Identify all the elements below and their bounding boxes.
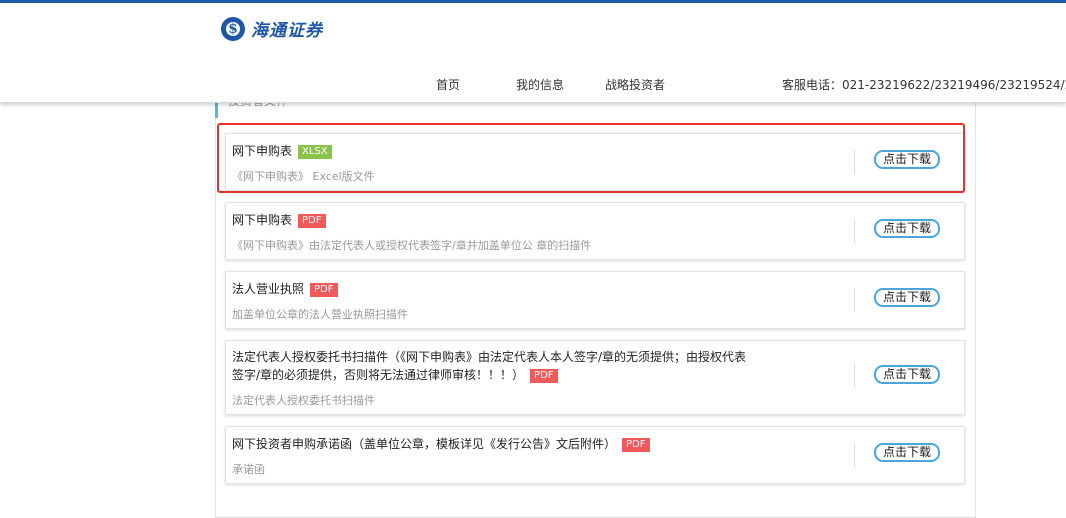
download-button[interactable]: 点击下载 [874,365,940,384]
file-type-badge: PDF [298,214,326,228]
document-title-text: 网下申购表 [232,144,293,158]
download-button[interactable]: 点击下载 [874,288,940,307]
document-description: 加盖单位公章的法人营业执照扫描件 [232,308,408,321]
site-header: 海通证券 首页 我的信息 战略投资者 客服电话：021-23219622/232… [0,3,1066,103]
card-divider [854,150,855,174]
download-button[interactable]: 点击下载 [874,443,940,462]
haitong-logo-icon [221,16,245,41]
document-title-text: 网下投资者申购承诺函（盖单位公章，模板详见《发行公告》文后附件） [232,437,617,451]
document-card-subscription-xlsx: 网下申购表 XLSX 《网下申购表》 Excel版文件 点击下载 [225,133,965,191]
service-hotline: 客服电话：021-23219622/23219496/23219524/2321… [782,78,1066,92]
document-title: 网下申购表 XLSX [232,142,332,160]
document-description: 法定代表人授权委托书扫描件 [232,394,375,407]
document-description: 《网下申购表》 Excel版文件 [232,170,375,183]
brand-logo[interactable]: 海通证券 [221,16,323,41]
file-type-badge: PDF [530,369,558,383]
download-button[interactable]: 点击下载 [874,150,940,169]
card-divider [854,219,855,243]
file-type-badge: PDF [310,283,338,297]
nav-item-home[interactable]: 首页 [436,76,460,93]
document-title-text: 网下申购表 [232,213,293,227]
document-description: 《网下申购表》由法定代表人或授权代表签字/章并加盖单位公 章的扫描件 [232,239,592,252]
document-card-subscription-pdf: 网下申购表 PDF 《网下申购表》由法定代表人或授权代表签字/章并加盖单位公 章的… [225,202,965,260]
brand-logo-text: 海通证券 [251,21,323,41]
document-card-commitment-letter: 网下投资者申购承诺函（盖单位公章，模板详见《发行公告》文后附件） PDF 承诺函 … [225,426,965,484]
download-button[interactable]: 点击下载 [874,219,940,238]
document-title-text: 法定代表人授权委托书扫描件（《网下申购表》由法定代表人本人签字/章的无须提供；由… [232,350,747,382]
card-divider [854,363,855,387]
document-title-text: 法人营业执照 [232,282,305,296]
document-title: 网下投资者申购承诺函（盖单位公章，模板详见《发行公告》文后附件） PDF [232,435,650,453]
document-title: 网下申购表 PDF [232,211,326,229]
file-type-badge: PDF [622,438,650,452]
nav-item-my-info[interactable]: 我的信息 [516,76,564,93]
file-type-badge: XLSX [298,145,332,159]
document-card-business-license: 法人营业执照 PDF 加盖单位公章的法人营业执照扫描件 点击下载 [225,271,965,329]
document-description: 承诺函 [232,463,265,476]
document-title: 法定代表人授权委托书扫描件（《网下申购表》由法定代表人本人签字/章的无须提供；由… [232,348,752,384]
card-divider [854,443,855,467]
nav-item-strategic-investors[interactable]: 战略投资者 [605,76,665,93]
document-title: 法人营业执照 PDF [232,280,338,298]
card-divider [854,288,855,312]
document-card-authorization-letter: 法定代表人授权委托书扫描件（《网下申购表》由法定代表人本人签字/章的无须提供；由… [225,340,965,415]
panel-title-accent [215,102,218,118]
